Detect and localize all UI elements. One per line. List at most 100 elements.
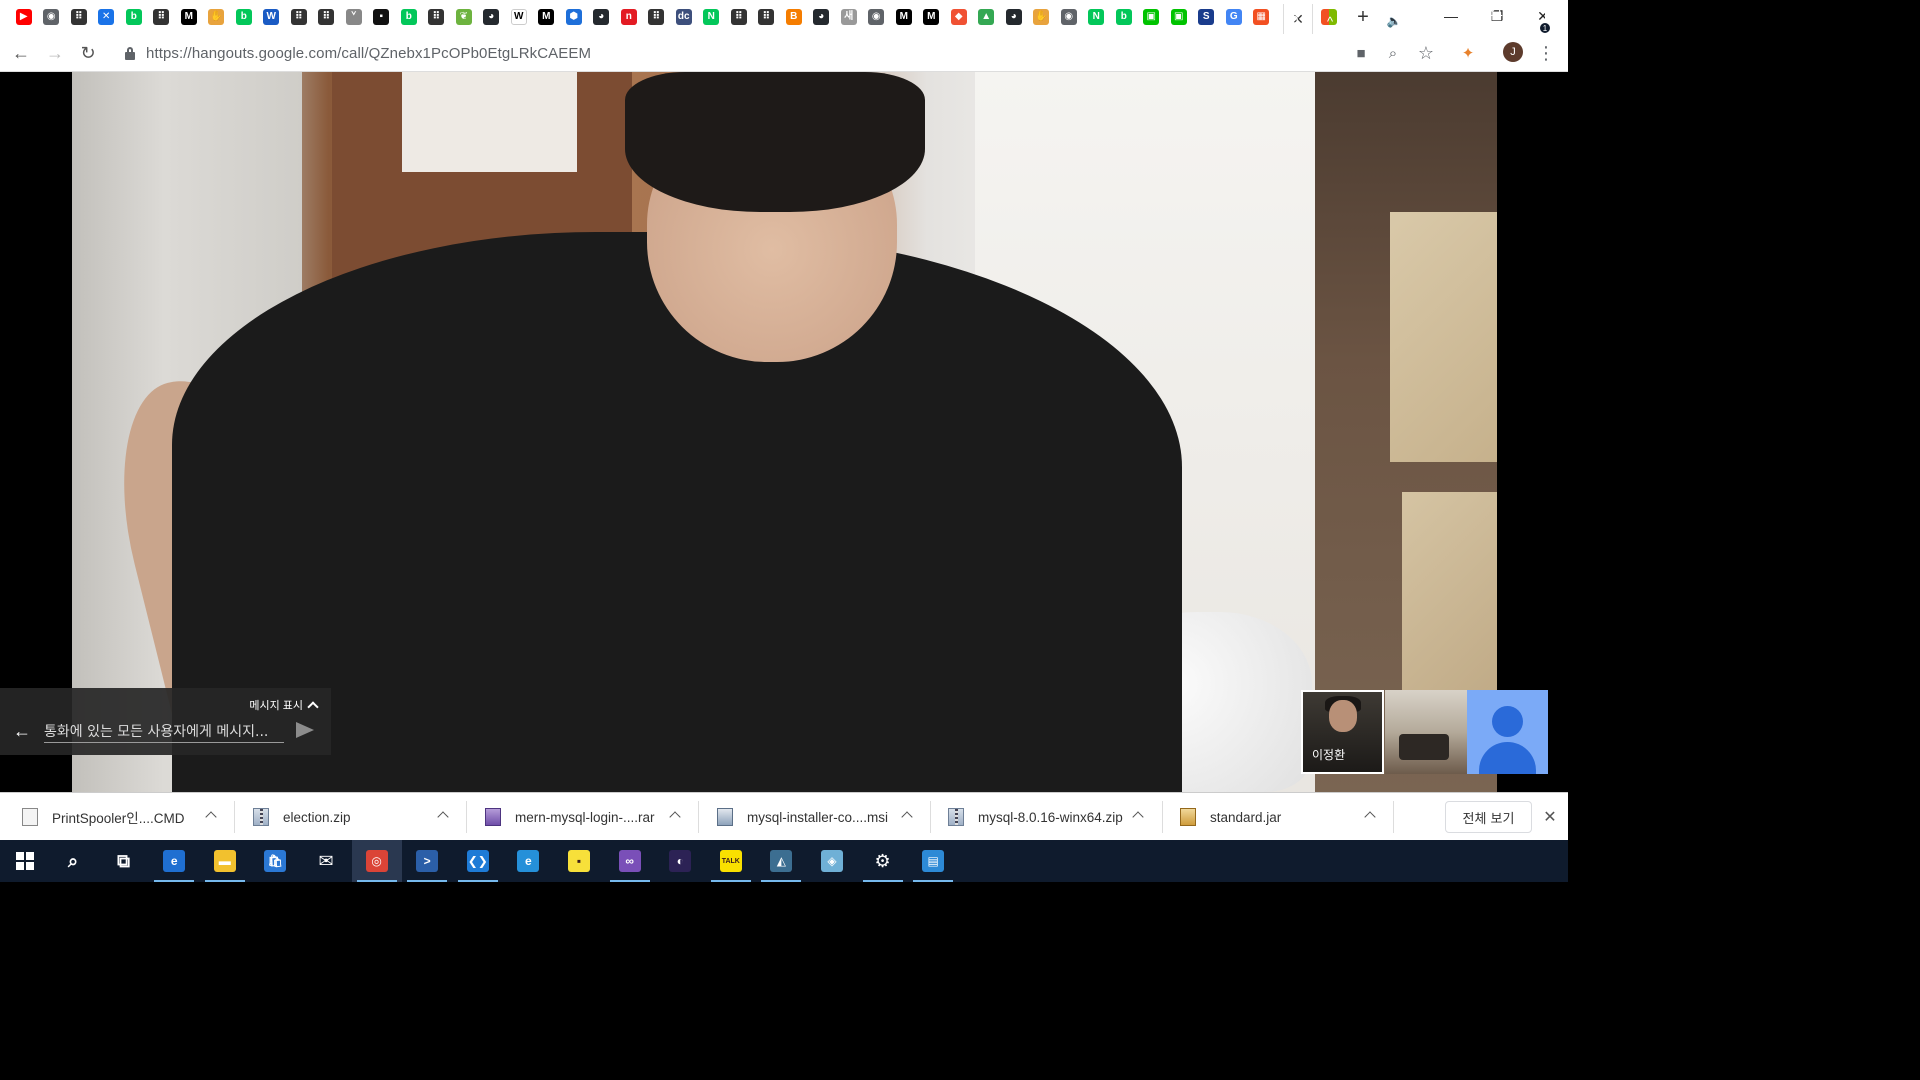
taskbar-pen-app[interactable]: ◈: [807, 840, 857, 882]
pinned-tab[interactable]: ⠿: [148, 0, 176, 34]
camera-icon[interactable]: ■: [1350, 42, 1372, 64]
download-item[interactable]: mysql-installer-co....msi: [717, 793, 888, 841]
send-icon[interactable]: [296, 722, 314, 738]
pinned-tab[interactable]: ⠿: [643, 0, 671, 34]
pinned-tab[interactable]: ▶: [10, 0, 38, 34]
pinned-tab[interactable]: ⠿: [65, 0, 93, 34]
download-item[interactable]: standard.jar: [1180, 793, 1281, 841]
volume-icon[interactable]: 🔈: [1383, 14, 1405, 28]
taskbar-powershell[interactable]: >: [402, 840, 452, 882]
taskbar-sticky-notes[interactable]: ▪: [554, 840, 604, 882]
system-clock[interactable]: 오후 11:31 2019-05-16: [1440, 4, 1506, 52]
pinned-tab[interactable]: ▣: [1165, 0, 1193, 34]
people-icon[interactable]: ⚲: [1283, 13, 1305, 30]
network-icon[interactable]: ⊏: [1361, 13, 1383, 30]
download-item[interactable]: election.zip: [253, 793, 351, 841]
download-item[interactable]: PrintSpooler인....CMD: [22, 793, 184, 841]
pinned-tab[interactable]: ✋: [203, 0, 231, 34]
taskbar-vscode[interactable]: ❮❯: [453, 840, 503, 882]
battery-icon[interactable]: ▭: [1341, 13, 1361, 30]
pinned-tab[interactable]: ⠿: [423, 0, 451, 34]
download-item[interactable]: mysql-8.0.16-winx64.zip: [948, 793, 1123, 841]
back-arrow-icon[interactable]: ←: [12, 721, 32, 741]
close-download-shelf-icon[interactable]: ✕: [1540, 807, 1560, 827]
message-input[interactable]: [44, 721, 284, 743]
address-bar[interactable]: https://hangouts.google.com/call/QZnebx1…: [112, 38, 1442, 68]
reload-button[interactable]: ↻: [75, 40, 101, 66]
pinned-tab[interactable]: ◆: [945, 0, 973, 34]
pinned-tab[interactable]: M: [918, 0, 946, 34]
taskbar-search[interactable]: ⌕: [48, 840, 98, 882]
pinned-tab[interactable]: B: [780, 0, 808, 34]
chevron-up-icon[interactable]: [205, 811, 217, 823]
pinned-tab[interactable]: M: [175, 0, 203, 34]
taskbar-kakaotalk[interactable]: TALK: [706, 840, 756, 882]
download-item[interactable]: mern-mysql-login-....rar: [485, 793, 655, 841]
url-text[interactable]: https://hangouts.google.com/call/QZnebx1…: [146, 45, 591, 62]
taskbar-edge[interactable]: e: [149, 840, 199, 882]
pinned-tab[interactable]: dc: [670, 0, 698, 34]
show-all-downloads-button[interactable]: 전체 보기: [1445, 801, 1532, 833]
pinned-tab[interactable]: ▪: [368, 0, 396, 34]
forward-button[interactable]: →: [42, 40, 68, 66]
pinned-tab[interactable]: G: [1220, 0, 1248, 34]
taskbar-mail[interactable]: ✉: [301, 840, 351, 882]
taskbar-visual-studio[interactable]: ∞: [605, 840, 655, 882]
participant-thumbnail-avatar[interactable]: [1467, 690, 1548, 774]
ime-indicator[interactable]: A: [1405, 12, 1427, 30]
pinned-tab[interactable]: M: [890, 0, 918, 34]
pinned-tab[interactable]: n: [615, 0, 643, 34]
chevron-up-icon[interactable]: [437, 811, 449, 823]
pinned-tab[interactable]: ⠿: [753, 0, 781, 34]
pinned-tab[interactable]: M: [533, 0, 561, 34]
pinned-tab[interactable]: ◕: [478, 0, 506, 34]
participant-thumbnail-self[interactable]: 이정환: [1301, 690, 1384, 774]
chevron-up-icon[interactable]: [901, 811, 913, 823]
taskbar-file-explorer[interactable]: ▬: [200, 840, 250, 882]
pinned-tab[interactable]: ⠿: [725, 0, 753, 34]
pinned-tab[interactable]: b: [230, 0, 258, 34]
notification-center-icon[interactable]: 1: [1525, 10, 1551, 34]
back-button[interactable]: ←: [8, 40, 34, 66]
taskbar-store[interactable]: 🛍: [250, 840, 300, 882]
pinned-tab[interactable]: ◉: [1055, 0, 1083, 34]
pinned-tab[interactable]: ◉: [863, 0, 891, 34]
pinned-tab[interactable]: ◕: [588, 0, 616, 34]
taskbar-internet-explorer[interactable]: e: [503, 840, 553, 882]
start-button[interactable]: [0, 840, 50, 882]
zoom-icon[interactable]: ⌕: [1382, 42, 1404, 64]
participant-thumbnail-room[interactable]: [1385, 690, 1468, 774]
pinned-tab[interactable]: ◕: [1000, 0, 1028, 34]
pinned-tab[interactable]: W: [258, 0, 286, 34]
pinned-tab[interactable]: 새: [835, 0, 863, 34]
chevron-up-icon[interactable]: [1132, 811, 1144, 823]
chevron-up-icon[interactable]: [669, 811, 681, 823]
pinned-tab[interactable]: N: [1083, 0, 1111, 34]
pinned-tab[interactable]: b: [1110, 0, 1138, 34]
pinned-tab[interactable]: b: [395, 0, 423, 34]
pinned-tab[interactable]: ◉: [38, 0, 66, 34]
taskbar-chrome[interactable]: ◎: [351, 840, 402, 882]
show-messages-toggle[interactable]: 메시지 표시: [249, 697, 319, 713]
pinned-tab[interactable]: ✕: [93, 0, 121, 34]
pinned-tab[interactable]: W: [505, 0, 533, 34]
pinned-tab[interactable]: ᘁ: [340, 0, 368, 34]
pinned-tab[interactable]: S: [1193, 0, 1221, 34]
lock-icon[interactable]: [124, 46, 136, 60]
taskbar-eclipse[interactable]: ◐: [655, 840, 705, 882]
pinned-tab[interactable]: ▣: [1138, 0, 1166, 34]
pinned-tab[interactable]: ✋: [1028, 0, 1056, 34]
pinned-tab[interactable]: ⠿: [285, 0, 313, 34]
taskbar-task-view[interactable]: ⧉: [99, 840, 149, 882]
pinned-tab[interactable]: ❦: [450, 0, 478, 34]
taskbar-mysql-workbench[interactable]: ◭: [756, 840, 806, 882]
pinned-tab[interactable]: N: [698, 0, 726, 34]
pinned-tab[interactable]: b: [120, 0, 148, 34]
profile-avatar[interactable]: J: [1503, 42, 1523, 62]
pinned-tab[interactable]: ▲: [973, 0, 1001, 34]
pinned-tab[interactable]: ⠿: [313, 0, 341, 34]
menu-icon[interactable]: ⋮: [1535, 42, 1557, 64]
chevron-up-icon[interactable]: [1364, 811, 1376, 823]
pinned-tab[interactable]: ⬢: [560, 0, 588, 34]
chevron-up-icon[interactable]: ^: [1319, 14, 1341, 29]
